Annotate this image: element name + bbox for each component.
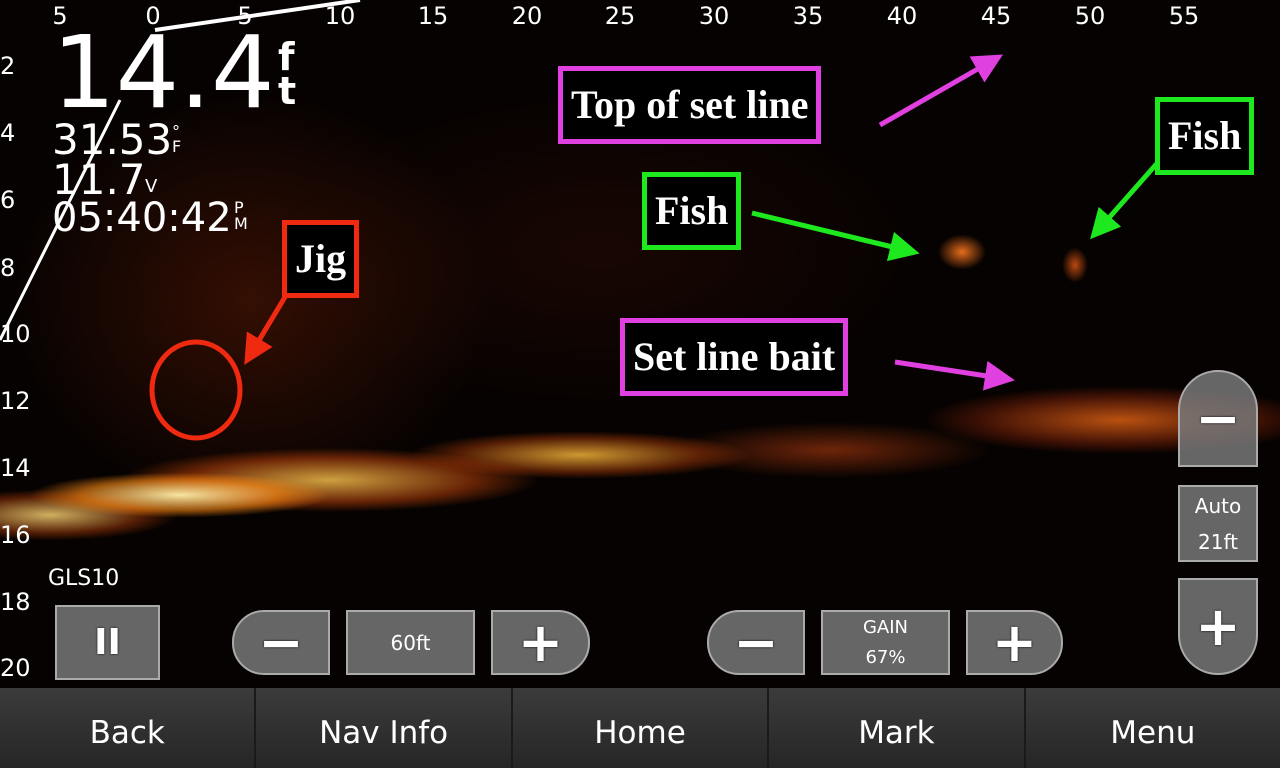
annotation-jig: Jig: [282, 220, 360, 298]
depth-unit: ft: [278, 35, 297, 113]
arrow: [1090, 158, 1162, 240]
pause-icon: II: [94, 621, 121, 663]
depth-tick: 2: [0, 52, 16, 80]
gain-value-text: 67%: [865, 646, 906, 668]
depth-tick: 10: [0, 320, 31, 348]
depth-mode: Auto: [1194, 493, 1242, 518]
depth-tick: 16: [0, 521, 31, 549]
depth-tick: 8: [0, 254, 16, 282]
annotation-fish: Fish: [642, 172, 742, 250]
menu-button[interactable]: Menu: [1026, 688, 1280, 768]
minus-icon: −: [1195, 386, 1241, 450]
range-value[interactable]: 60ft: [346, 610, 475, 675]
minus-icon: −: [733, 610, 779, 674]
scale-tick: 55: [1168, 2, 1200, 30]
gain-label: GAIN: [862, 616, 909, 638]
scale-tick: 35: [792, 2, 824, 30]
annotation-top-of-set-line: Top of set line: [558, 66, 822, 144]
scale-tick: 25: [604, 2, 636, 30]
plus-icon: +: [1195, 594, 1241, 658]
back-button[interactable]: Back: [0, 688, 257, 768]
range-value-text: 60ft: [390, 630, 431, 655]
source-label: GLS10: [48, 566, 120, 591]
voltage-unit: V: [145, 176, 158, 197]
plus-icon: +: [991, 610, 1038, 674]
time-unit: PM: [234, 198, 248, 233]
minus-icon: −: [258, 610, 304, 674]
arrow: [878, 54, 1004, 128]
temperature-unit: °F: [172, 122, 182, 156]
gain-increase-button[interactable]: +: [966, 610, 1063, 675]
scale-tick: 10: [324, 2, 356, 30]
depth-range-text: 21ft: [1198, 529, 1238, 554]
pause-button[interactable]: II: [55, 605, 160, 680]
arrow: [894, 359, 1015, 391]
bottom-nav-bar: Back Nav Info Home Mark Menu: [0, 688, 1280, 768]
scale-tick: 40: [886, 2, 918, 30]
depth-readout: 14.4: [52, 14, 275, 131]
mark-button[interactable]: Mark: [769, 688, 1026, 768]
scale-tick: 30: [698, 2, 730, 30]
depth-tick: 4: [0, 119, 16, 147]
scale-tick: 45: [980, 2, 1012, 30]
range-increase-button[interactable]: +: [491, 610, 590, 675]
annotation-fish: Fish: [1155, 97, 1255, 175]
depth-decrease-button[interactable]: −: [1178, 370, 1258, 467]
depth-tick: 14: [0, 454, 31, 482]
depth-tick: 20: [0, 654, 31, 682]
nav-info-button[interactable]: Nav Info: [256, 688, 513, 768]
arrow: [244, 295, 288, 365]
annotation-set-line-bait: Set line bait: [620, 318, 849, 396]
jig-circle: [149, 339, 243, 441]
scale-tick: 15: [417, 2, 449, 30]
depth-range-value[interactable]: Auto 21ft: [1178, 485, 1258, 562]
gain-decrease-button[interactable]: −: [707, 610, 805, 675]
depth-tick: 12: [0, 387, 31, 415]
scale-tick: 20: [511, 2, 543, 30]
time-readout: 05:40:42: [52, 195, 232, 241]
gain-value[interactable]: GAIN 67%: [821, 610, 950, 675]
plus-icon: +: [517, 610, 564, 674]
range-decrease-button[interactable]: −: [232, 610, 330, 675]
depth-increase-button[interactable]: +: [1178, 578, 1258, 675]
arrow: [751, 210, 920, 262]
depth-tick: 18: [0, 588, 31, 616]
home-button[interactable]: Home: [513, 688, 770, 768]
depth-tick: 6: [0, 186, 16, 214]
scale-tick: 50: [1074, 2, 1106, 30]
